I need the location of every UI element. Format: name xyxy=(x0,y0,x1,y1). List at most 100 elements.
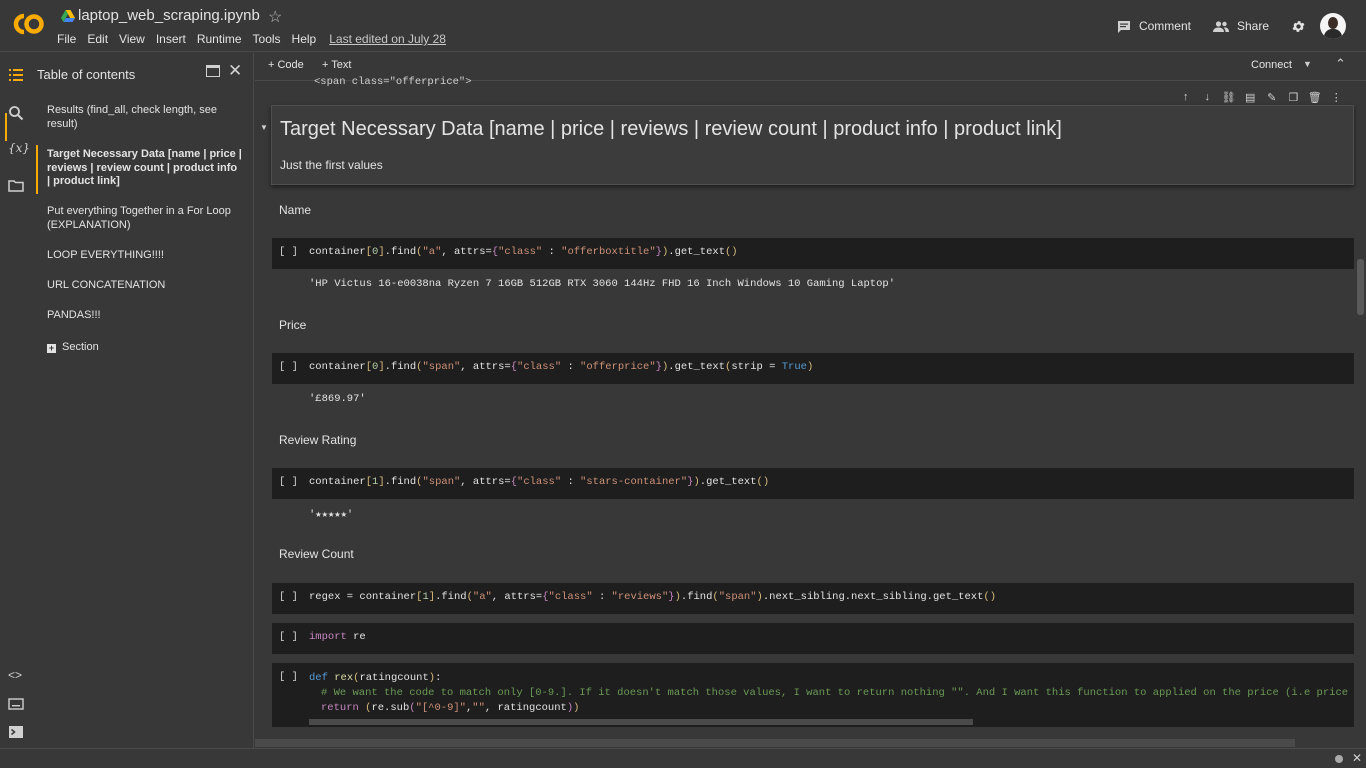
share-label: Share xyxy=(1236,19,1269,33)
colab-logo-icon[interactable] xyxy=(11,11,45,37)
menu-insert[interactable]: Insert xyxy=(156,32,186,46)
run-cell-button[interactable]: [ ] xyxy=(279,246,298,258)
vertical-scrollbar[interactable] xyxy=(1357,259,1364,315)
run-cell-button[interactable]: [ ] xyxy=(279,591,298,603)
more-vert-icon[interactable]: ⋮ xyxy=(1326,91,1348,104)
toc-item-pandas[interactable]: PANDAS!!! xyxy=(47,309,242,323)
menu-file[interactable]: File xyxy=(57,32,76,46)
drive-icon[interactable] xyxy=(61,10,75,22)
variables-icon[interactable]: {x} xyxy=(8,141,30,157)
colab-window: laptop_web_scraping.ipynb ☆ File Edit Vi… xyxy=(0,0,1366,768)
mirror-cell-icon[interactable]: ❐ xyxy=(1283,91,1305,104)
menu-edit[interactable]: Edit xyxy=(87,32,108,46)
header: laptop_web_scraping.ipynb ☆ File Edit Vi… xyxy=(0,0,1366,52)
header-actions: Comment Share xyxy=(1095,13,1346,39)
toc-item-for-loop[interactable]: Put everything Together in a For Loop (E… xyxy=(47,205,242,232)
share-button[interactable]: Share xyxy=(1212,19,1269,33)
toc-item-section[interactable]: + Section xyxy=(47,341,242,355)
menu-tools[interactable]: Tools xyxy=(253,32,281,46)
toc-item-loop-everything[interactable]: LOOP EVERYTHING!!!! xyxy=(47,249,242,263)
menu-bar: File Edit View Insert Runtime Tools Help… xyxy=(57,32,457,46)
output-price: '£869.97' xyxy=(309,393,366,405)
menu-view[interactable]: View xyxy=(119,32,145,46)
toc-section-label: Section xyxy=(62,341,99,353)
code-line: return (re.sub("[^0-9]","", ratingcount)… xyxy=(321,702,580,714)
comment-icon xyxy=(1117,20,1130,33)
status-close-icon[interactable]: ✕ xyxy=(1352,751,1362,765)
collapse-section-icon[interactable]: ▼ xyxy=(260,123,268,132)
move-up-icon[interactable]: ↑ xyxy=(1175,91,1197,104)
md-rating: Review Rating xyxy=(279,433,357,447)
gear-icon[interactable] xyxy=(1291,19,1306,34)
output-rating: '★★★★★' xyxy=(309,509,354,521)
star-icon[interactable]: ☆ xyxy=(268,7,282,27)
notebook-title[interactable]: laptop_web_scraping.ipynb xyxy=(78,7,260,24)
code-line: def rex(ratingcount): xyxy=(309,672,442,684)
command-palette-icon[interactable] xyxy=(8,696,24,712)
status-bar: ✕ xyxy=(0,748,1366,768)
code-line: container[0].find("span", attrs={"class"… xyxy=(309,361,814,373)
md-name: Name xyxy=(279,203,312,217)
menu-runtime[interactable]: Runtime xyxy=(197,32,242,46)
code-cell-rating[interactable]: [ ] container[1].find("span", attrs={"cl… xyxy=(272,468,1354,499)
link-icon[interactable]: ⛓ xyxy=(1218,91,1240,104)
delete-icon[interactable]: 🗑 xyxy=(1304,91,1326,104)
add-code-button[interactable]: + Code xyxy=(268,59,304,71)
share-people-icon xyxy=(1212,20,1229,32)
code-cell-regex[interactable]: [ ] regex = container[1].find("a", attrs… xyxy=(272,583,1354,614)
toc-list-icon[interactable] xyxy=(8,67,24,83)
connect-dropdown-icon[interactable]: ▼ xyxy=(1303,59,1312,69)
open-in-tab-icon[interactable] xyxy=(206,65,220,77)
status-indicator-icon xyxy=(1335,755,1343,763)
previous-output: <span class="offerprice"> xyxy=(314,76,472,88)
last-edited-link[interactable]: Last edited on July 28 xyxy=(329,32,446,46)
chevron-up-icon[interactable]: ⌃ xyxy=(1335,56,1346,72)
comment-button[interactable]: Comment xyxy=(1117,19,1191,33)
edit-pencil-icon[interactable]: ✎ xyxy=(1261,91,1283,104)
toc-title: Table of contents xyxy=(37,67,136,82)
run-cell-button[interactable]: [ ] xyxy=(279,476,298,488)
code-cell-def-rex[interactable]: [ ] def rex(ratingcount): # We want the … xyxy=(272,663,1354,727)
toc-panel: Table of contents ✕ Results (find_all, c… xyxy=(30,53,254,748)
run-cell-button[interactable]: [ ] xyxy=(279,361,298,373)
add-section-icon: + xyxy=(47,343,56,353)
cell-horizontal-scrollbar[interactable] xyxy=(309,719,973,725)
cell-toolbar: ↑ ↓ ⛓ ▤ ✎ ❐ 🗑 ⋮ xyxy=(1175,91,1347,104)
code-line: # We want the code to match only [0-9.].… xyxy=(321,687,1354,699)
move-down-icon[interactable]: ↓ xyxy=(1197,91,1219,104)
code-line: container[0].find("a", attrs={"class" : … xyxy=(309,246,738,258)
run-cell-button[interactable]: [ ] xyxy=(279,671,298,683)
folder-icon[interactable] xyxy=(8,178,24,194)
code-snippets-icon[interactable]: <> xyxy=(8,668,24,684)
avatar[interactable] xyxy=(1320,13,1346,39)
code-cell-name[interactable]: [ ] container[0].find("a", attrs={"class… xyxy=(272,238,1354,269)
code-line: container[1].find("span", attrs={"class"… xyxy=(309,476,770,488)
md-count: Review Count xyxy=(279,547,354,561)
toc-item-url-concat[interactable]: URL CONCATENATION xyxy=(47,279,242,293)
comment-label: Comment xyxy=(1138,19,1191,33)
toc-item-target-data[interactable]: Target Necessary Data [name | price | re… xyxy=(47,148,242,189)
menu-help[interactable]: Help xyxy=(292,32,317,46)
rail-active-indicator xyxy=(5,113,7,141)
toc-active-indicator xyxy=(36,145,38,194)
comment-cell-icon[interactable]: ▤ xyxy=(1240,91,1262,104)
selected-text-cell[interactable]: Target Necessary Data [name | price | re… xyxy=(271,105,1354,185)
horizontal-scrollbar[interactable] xyxy=(255,739,1295,747)
section-subheading: Just the first values xyxy=(280,158,383,172)
code-line: import re xyxy=(309,631,366,643)
left-rail: {x} <> xyxy=(0,53,30,748)
toc-item-results[interactable]: Results (find_all, check length, see res… xyxy=(47,104,242,131)
run-cell-button[interactable]: [ ] xyxy=(279,631,298,643)
code-cell-import[interactable]: [ ] import re xyxy=(272,623,1354,654)
notebook-main: + Code + Text Connect ▼ ⌃ <span class="o… xyxy=(255,53,1366,748)
code-cell-price[interactable]: [ ] container[0].find("span", attrs={"cl… xyxy=(272,353,1354,384)
output-name: 'HP Victus 16-e0038na Ryzen 7 16GB 512GB… xyxy=(309,278,895,290)
code-line: regex = container[1].find("a", attrs={"c… xyxy=(309,591,996,603)
connect-button[interactable]: Connect xyxy=(1251,59,1292,71)
terminal-icon[interactable] xyxy=(8,724,24,740)
close-icon[interactable]: ✕ xyxy=(228,61,242,81)
md-price: Price xyxy=(279,318,307,332)
search-icon[interactable] xyxy=(8,105,24,121)
add-text-button[interactable]: + Text xyxy=(322,59,351,71)
section-heading: Target Necessary Data [name | price | re… xyxy=(280,118,1062,140)
